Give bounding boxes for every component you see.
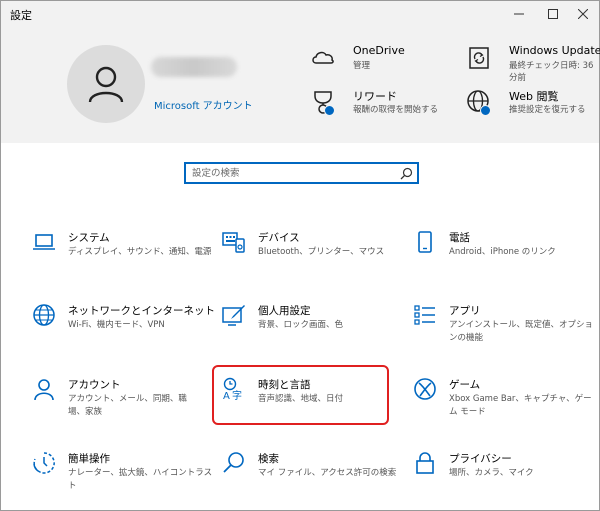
category-subtitle: ディスプレイ、サウンド、通知、電源 [68, 247, 212, 257]
category-search[interactable]: 検索 マイ ファイル、アクセス許可の検索 [222, 451, 397, 499]
header-item-web-browsing[interactable]: Web 閲覧 推奨設定を復元する [465, 88, 595, 122]
minimize-button[interactable] [501, 1, 537, 27]
category-devices[interactable]: デバイス Bluetooth、プリンター、マウス [222, 230, 397, 278]
category-title: ネットワークとインターネット [68, 305, 215, 317]
rewards-title: リワード [353, 90, 397, 103]
category-title: 検索 [258, 453, 279, 465]
category-subtitle: Android、iPhone のリンク [449, 247, 556, 257]
category-title: デバイス [258, 232, 300, 244]
category-subtitle: ナレーター、拡大鏡、ハイコントラスト [68, 468, 213, 491]
category-accounts[interactable]: アカウント アカウント、メール、同期、職場、家族 [32, 377, 207, 425]
search-icon [400, 167, 413, 180]
rewards-badge [324, 105, 335, 116]
web-browsing-badge [480, 105, 491, 116]
globe-icon [33, 304, 55, 326]
windows-update-icon [469, 47, 489, 69]
category-subtitle: Bluetooth、プリンター、マウス [258, 247, 385, 257]
category-subtitle: Wi-Fi、機内モード、VPN [68, 320, 165, 330]
close-button[interactable] [565, 1, 600, 27]
category-title: 簡単操作 [68, 453, 110, 465]
header-item-windows-update[interactable]: Windows Update 最終チェック日時: 36 分前 [465, 44, 600, 94]
category-title: システム [68, 232, 110, 244]
microsoft-account-link[interactable]: Microsoft アカウント [154, 97, 253, 112]
windows-update-title: Windows Update [509, 44, 600, 57]
web-browsing-title: Web 閲覧 [509, 90, 559, 103]
search-input[interactable] [192, 166, 392, 180]
category-apps[interactable]: アプリ アンインストール、既定値、オプションの機能 [413, 303, 593, 351]
lock-icon [416, 452, 434, 474]
header-item-onedrive[interactable]: OneDrive 管理 [309, 44, 439, 78]
highlight-box [212, 365, 389, 425]
settings-window: 設定 Microsoft アカウント OneDrive 管理 Windows U… [0, 0, 600, 511]
category-privacy[interactable]: プライバシー 場所、カメラ、マイク [413, 451, 588, 499]
windows-update-subtitle: 最終チェック日時: 36 分前 [509, 61, 594, 83]
user-icon [88, 66, 124, 103]
ease-of-access-icon [33, 452, 55, 474]
category-title: 電話 [449, 232, 470, 244]
category-network[interactable]: ネットワークとインターネット Wi-Fi、機内モード、VPN [32, 303, 215, 351]
search-icon [223, 452, 244, 473]
category-subtitle: マイ ファイル、アクセス許可の検索 [258, 468, 397, 478]
window-title: 設定 [10, 9, 32, 22]
onedrive-title: OneDrive [353, 44, 405, 57]
category-subtitle: アカウント、メール、同期、職場、家族 [68, 394, 187, 417]
title-bar: 設定 [1, 1, 599, 27]
category-ease-of-access[interactable]: 簡単操作 ナレーター、拡大鏡、ハイコントラスト [32, 451, 212, 499]
close-icon [578, 9, 588, 19]
category-title: プライバシー [449, 453, 512, 465]
blurred-user-name [151, 57, 237, 77]
rewards-subtitle: 報酬の取得を開始する [353, 105, 439, 115]
laptop-icon [33, 234, 55, 250]
category-title: ゲーム [449, 379, 481, 391]
category-title: アプリ [449, 305, 481, 317]
category-phone[interactable]: 電話 Android、iPhone のリンク [413, 230, 588, 278]
keyboard-icon [222, 232, 245, 253]
avatar [67, 45, 145, 123]
settings-search-box[interactable] [184, 162, 419, 184]
web-browsing-subtitle: 推奨設定を復元する [509, 105, 586, 115]
phone-icon [418, 231, 432, 253]
paint-icon [222, 305, 245, 326]
category-personalization[interactable]: 個人用設定 背景、ロック画面、色 [222, 303, 397, 351]
category-subtitle: Xbox Game Bar、キャプチャ、ゲーム モード [449, 394, 592, 417]
person-icon [34, 379, 54, 401]
category-subtitle: 場所、カメラ、マイク [449, 468, 534, 478]
category-system[interactable]: システム ディスプレイ、サウンド、通知、電源 [32, 230, 211, 278]
apps-list-icon [414, 305, 435, 325]
category-subtitle: 背景、ロック画面、色 [258, 320, 344, 330]
header-item-rewards[interactable]: リワード 報酬の取得を開始する [309, 88, 439, 122]
maximize-icon [548, 9, 558, 19]
category-title: アカウント [68, 379, 121, 391]
account-header: Microsoft アカウント OneDrive 管理 Windows Upda… [1, 27, 600, 143]
cloud-icon [312, 51, 334, 64]
category-title: 個人用設定 [258, 305, 311, 317]
onedrive-subtitle: 管理 [353, 61, 371, 71]
category-gaming[interactable]: ゲーム Xbox Game Bar、キャプチャ、ゲーム モード [413, 377, 592, 425]
minimize-icon [514, 13, 524, 15]
xbox-icon [414, 378, 436, 400]
category-subtitle: アンインストール、既定値、オプションの機能 [449, 320, 593, 343]
